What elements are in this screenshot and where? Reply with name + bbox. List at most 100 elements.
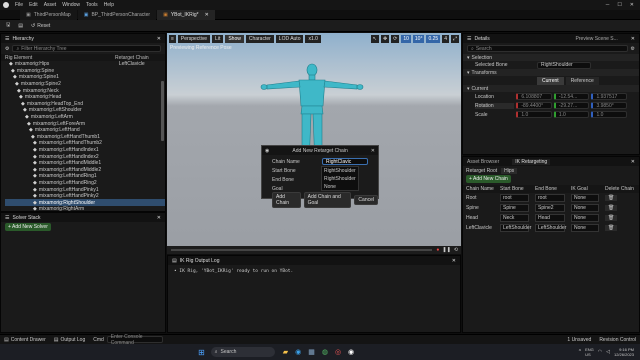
delete-chain-icon[interactable]: 🗑: [605, 215, 618, 221]
ik-goal-dropdown[interactable]: None: [571, 204, 605, 212]
hierarchy-row[interactable]: ◆ mixamorig:LeftHandThumb2: [5, 140, 165, 147]
hierarchy-row[interactable]: ◆ mixamorig:LeftHandPinky2: [5, 193, 165, 200]
menu-file[interactable]: File: [15, 2, 23, 8]
tab-preview-scene[interactable]: Preview Scene S...: [576, 36, 618, 42]
hierarchy-row[interactable]: ◆ mixamorig:HeadTop_End: [5, 101, 165, 108]
details-search-input[interactable]: ⌕ Search: [467, 45, 628, 52]
delete-chain-icon[interactable]: 🗑: [605, 225, 618, 231]
reset-button[interactable]: Reset: [37, 23, 50, 29]
lod-button[interactable]: LOD Auto: [275, 35, 304, 43]
dropdown-option[interactable]: RightShoulder: [324, 176, 356, 184]
wifi-icon[interactable]: ◠: [598, 349, 602, 355]
rotate-icon[interactable]: ⟳: [391, 35, 400, 43]
start-bone-dropdown[interactable]: Neck: [500, 214, 535, 222]
ik-goal-dropdown[interactable]: None: [571, 214, 605, 222]
translate-icon[interactable]: ✥: [380, 35, 390, 43]
menu-help[interactable]: Help: [104, 2, 114, 8]
dropdown-option[interactable]: RightShoulder: [324, 168, 356, 176]
chain-name-input[interactable]: RightClavic: [322, 158, 368, 165]
hierarchy-row[interactable]: ◆ mixamorig:LeftHandMiddle1: [5, 160, 165, 167]
minimize-icon[interactable]: ─: [606, 2, 610, 8]
viewport-options-button[interactable]: ≡: [169, 35, 176, 43]
hierarchy-row[interactable]: ◆ mixamorig:Neck: [5, 87, 165, 94]
tab-asset-browser[interactable]: Asset Browser: [467, 159, 499, 165]
hierarchy-row[interactable]: ◆ mixamorig:RightShoulder: [5, 199, 165, 207]
rotation-y-field[interactable]: -29.27...: [553, 102, 590, 109]
section-transforms[interactable]: ▾ Transforms: [463, 69, 639, 76]
unreal-taskbar-icon[interactable]: ◉: [348, 348, 354, 356]
hierarchy-row[interactable]: ◆ mixamorig:LeftHandPinky1: [5, 186, 165, 193]
scale-z-field[interactable]: 1.0: [591, 111, 627, 118]
camera-speed-value[interactable]: 4: [442, 35, 449, 43]
dialog-close-icon[interactable]: ✕: [371, 148, 375, 154]
close-panel-icon[interactable]: ✕: [452, 258, 456, 264]
ik-goal-dropdown[interactable]: None: [571, 224, 605, 232]
taskbar-search[interactable]: ⌕ Search: [210, 347, 275, 357]
hierarchy-row[interactable]: ◆ mixamorig:LeftArm: [5, 114, 165, 121]
show-button[interactable]: Show: [225, 35, 244, 43]
browse-icon[interactable]: ▤: [18, 23, 23, 29]
character-button[interactable]: Character: [245, 35, 274, 43]
hierarchy-row[interactable]: ◆ mixamorig:LeftHandIndex1: [5, 147, 165, 154]
unsaved-indicator[interactable]: 1 Unsaved: [567, 337, 591, 343]
source-control-button[interactable]: Revision Control: [599, 337, 636, 343]
viewport[interactable]: ≡ Perspective Lit Show Character LOD Aut…: [167, 33, 461, 254]
save-icon[interactable]: 🖫: [6, 22, 10, 30]
language-indicator[interactable]: ENG US: [585, 347, 594, 357]
close-tab-icon[interactable]: ✕: [205, 12, 209, 18]
end-bone-dropdown[interactable]: Head: [535, 214, 571, 222]
rotation-z-field[interactable]: 3.9850°: [591, 102, 627, 109]
rotation-snap-value[interactable]: 10°: [412, 35, 425, 43]
close-icon[interactable]: ✕: [630, 2, 634, 8]
timeline-track[interactable]: [171, 249, 433, 251]
store-icon[interactable]: ▦: [308, 348, 315, 356]
hierarchy-row[interactable]: ◆ mixamorig:Spine: [5, 68, 165, 75]
chain-name-field[interactable]: Root: [466, 195, 500, 201]
ik-goal-dropdown[interactable]: None: [571, 194, 605, 202]
hierarchy-row[interactable]: ◆ mixamorig:RightArm: [5, 206, 165, 211]
section-current[interactable]: ▾ Current: [463, 85, 639, 92]
hierarchy-row[interactable]: ◆ mixamorig:LeftHandRing2: [5, 180, 165, 187]
menu-asset[interactable]: Asset: [44, 2, 57, 8]
scale-x-field[interactable]: 1.0: [516, 111, 552, 118]
hierarchy-row[interactable]: ◆ mixamorig:LeftHand: [5, 127, 165, 134]
section-selection[interactable]: ▾ Selection: [463, 54, 639, 61]
reference-toggle[interactable]: Reference: [565, 76, 599, 85]
select-mode-icon[interactable]: ↖: [370, 35, 379, 43]
unreal-logo-icon[interactable]: [3, 2, 9, 8]
delete-chain-icon[interactable]: 🗑: [605, 205, 618, 211]
console-command-input[interactable]: Enter Console Command: [106, 334, 163, 346]
hierarchy-scrollbar[interactable]: [161, 81, 164, 141]
hierarchy-row[interactable]: ◆ mixamorig:Hips LeftClavicle: [5, 61, 165, 68]
dropdown-option[interactable]: None: [324, 184, 356, 192]
hierarchy-row[interactable]: ◆ mixamorig:LeftShoulder: [5, 107, 165, 114]
pause-icon[interactable]: ❚❚: [442, 247, 450, 253]
menu-window[interactable]: Window: [62, 2, 80, 8]
tab-bp-thirdpersoncharacter[interactable]: ▣ BP_ThirdPersonCharacter: [77, 9, 157, 20]
loop-icon[interactable]: ⟲: [454, 247, 458, 253]
location-x-field[interactable]: 6.108807: [516, 93, 552, 100]
start-bone-dropdown[interactable]: root: [500, 194, 535, 202]
clock[interactable]: 9:16 PM 12/26/2023: [614, 347, 634, 357]
edge-icon[interactable]: ◉: [295, 348, 301, 356]
delete-chain-icon[interactable]: 🗑: [605, 195, 618, 201]
close-panel-icon[interactable]: ✕: [157, 215, 161, 221]
hierarchy-row[interactable]: ◆ mixamorig:Spine2: [5, 81, 165, 88]
output-log-button[interactable]: Output Log: [60, 337, 85, 343]
start-bone-dropdown[interactable]: LeftShoulder: [500, 224, 535, 232]
reset-icon[interactable]: ↺: [31, 23, 35, 29]
rotation-x-field[interactable]: -89.4400°: [516, 102, 552, 109]
app-icon[interactable]: ◍: [322, 348, 328, 356]
tab-thirdpersonmap[interactable]: ▣ ThirdPersonMap: [20, 9, 77, 20]
record-icon[interactable]: ●: [436, 247, 439, 253]
rotation-label[interactable]: Rotation: [475, 102, 515, 109]
lit-button[interactable]: Lit: [212, 35, 224, 43]
scale-y-field[interactable]: 1.0: [553, 111, 590, 118]
windows-start-icon[interactable]: ⊞: [198, 348, 205, 357]
add-chain-goal-button[interactable]: Add Chain and Goal: [303, 192, 352, 208]
add-new-solver-button[interactable]: + Add New Solver: [5, 223, 51, 231]
chain-name-field[interactable]: LeftClavicle: [466, 225, 500, 231]
close-panel-icon[interactable]: ✕: [631, 159, 635, 165]
end-bone-dropdown[interactable]: Spine2: [535, 204, 571, 212]
tab-ybot-ikrig[interactable]: ▣ YBot_IKRig* ✕: [157, 9, 215, 20]
